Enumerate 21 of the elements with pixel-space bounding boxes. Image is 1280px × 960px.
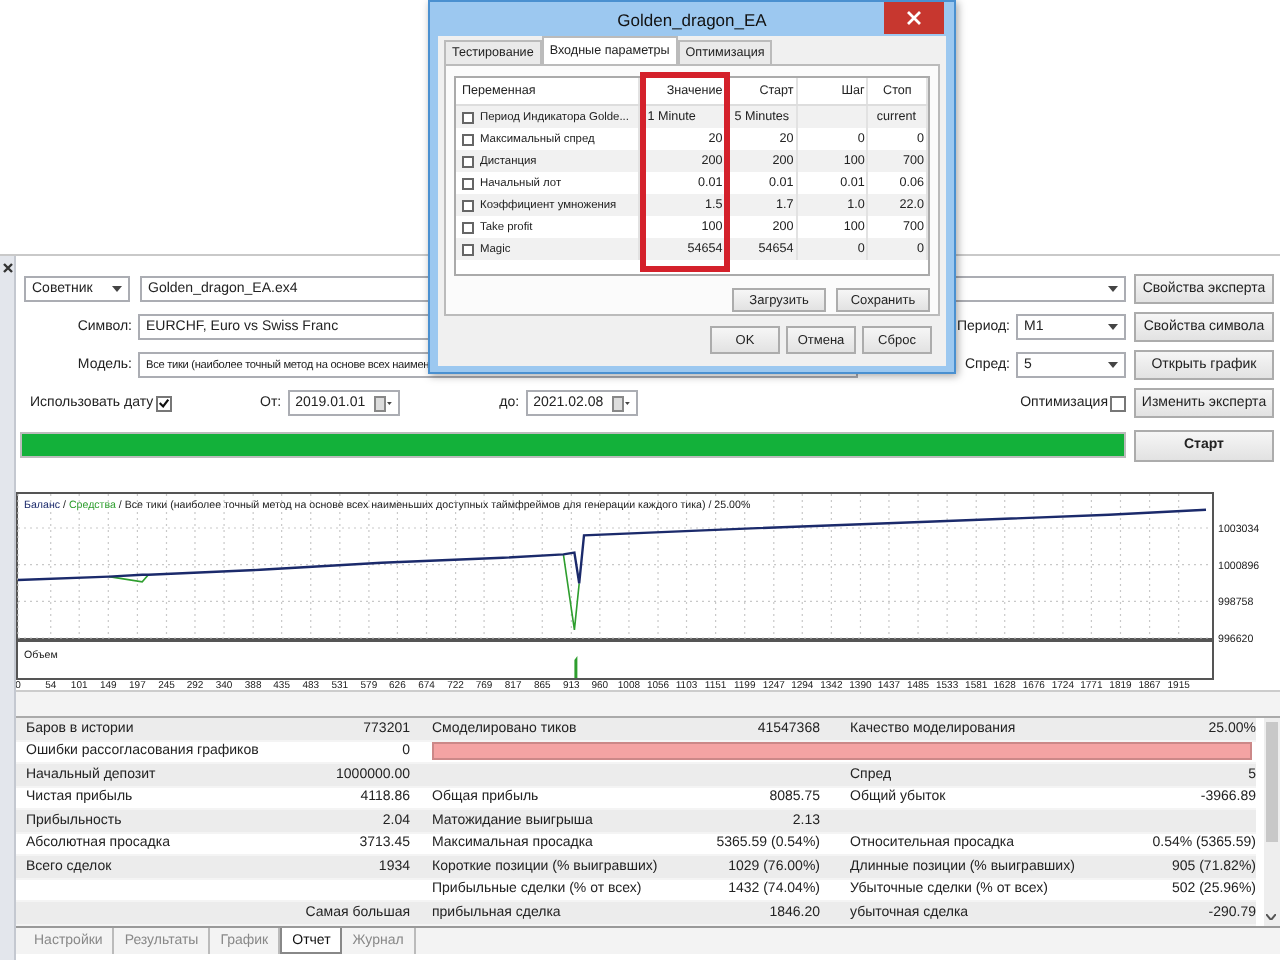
checkbox[interactable] <box>462 243 474 255</box>
optimization-checkbox[interactable] <box>1110 395 1126 411</box>
caret-icon <box>1108 286 1118 292</box>
checkbox[interactable] <box>462 133 474 145</box>
use-date-checkbox[interactable] <box>155 395 172 411</box>
close-button[interactable] <box>884 2 944 34</box>
scroll-down-icon[interactable] <box>1266 914 1276 920</box>
checkbox[interactable] <box>462 221 474 233</box>
caret-icon <box>1108 362 1118 368</box>
caret-icon <box>1108 324 1118 330</box>
calendar-icon <box>373 395 392 411</box>
close-icon[interactable] <box>1 262 13 274</box>
checkbox[interactable] <box>462 177 474 189</box>
checkbox[interactable] <box>462 155 474 167</box>
close-icon <box>906 10 922 26</box>
calendar-icon <box>611 395 630 411</box>
window-title: Golden_dragon_EA <box>617 9 767 29</box>
scrollbar[interactable] <box>1264 718 1280 926</box>
checkbox[interactable] <box>462 199 474 211</box>
checkbox[interactable] <box>462 111 474 123</box>
caret-icon <box>112 286 122 292</box>
